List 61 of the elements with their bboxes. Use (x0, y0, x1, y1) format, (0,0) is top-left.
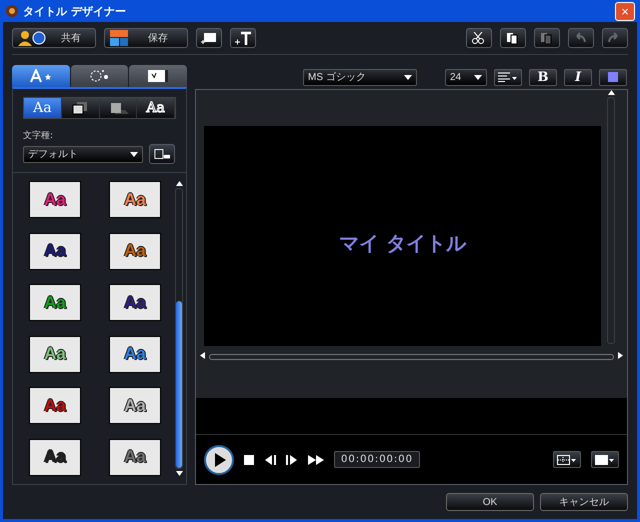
text-style-preset[interactable]: Aa (29, 232, 81, 270)
add-picture-icon (201, 32, 217, 44)
copy-icon (505, 32, 519, 44)
text-color-button[interactable] (599, 68, 627, 86)
bold-button[interactable]: B (529, 68, 557, 86)
timecode: 00:00:00:00 (334, 451, 420, 468)
paste-icon (539, 32, 553, 44)
fast-forward-icon (308, 454, 324, 466)
effect-tab[interactable] (100, 98, 138, 118)
text-style-preset[interactable]: Aa (109, 438, 161, 476)
add-text-icon (235, 31, 251, 45)
panel-tab[interactable] (70, 65, 128, 87)
cut-button[interactable] (466, 28, 492, 48)
grid-icon (557, 454, 577, 464)
text-style-button[interactable] (149, 144, 175, 164)
ok-button[interactable]: OK (446, 493, 534, 511)
scroll-up-icon (608, 90, 614, 95)
step-back-icon (264, 454, 276, 466)
close-button[interactable]: × (615, 2, 635, 20)
text-style-preset[interactable]: Aa (29, 438, 81, 476)
caret-icon (130, 152, 138, 156)
canvas-title[interactable]: マイ タイトル (339, 230, 466, 256)
step-forward-icon (286, 454, 298, 466)
app-icon (5, 4, 19, 18)
scissors-icon (471, 32, 485, 44)
save-button[interactable]: 保存 (104, 28, 188, 48)
copy-button[interactable] (500, 28, 526, 48)
caret-icon (404, 74, 412, 80)
font-type-label: 文字種: (23, 130, 54, 142)
font-dropdown[interactable]: MS ゴシック (303, 68, 417, 86)
align-left-icon (498, 72, 518, 82)
effect-tab[interactable]: Aa (24, 98, 62, 118)
window-title: タイトル デザイナー (23, 4, 127, 18)
panel-tab[interactable] (12, 65, 70, 87)
add-image-button[interactable] (196, 28, 222, 48)
screen-icon (595, 454, 615, 464)
effect-tab[interactable] (62, 98, 100, 118)
scroll-up-icon (176, 181, 182, 186)
text-style-preset[interactable]: Aa (29, 387, 81, 424)
italic-button[interactable]: I (564, 68, 592, 86)
font-size-dropdown[interactable]: 24 (445, 68, 487, 86)
stop-icon (244, 454, 254, 464)
text-style-preset[interactable]: Aa (29, 181, 81, 218)
share-button[interactable]: 共有 (12, 28, 96, 48)
cancel-button[interactable]: キャンセル (540, 493, 628, 511)
grid-button[interactable] (553, 451, 581, 468)
font-type-dropdown[interactable]: デフォルト (23, 146, 143, 162)
scroll-down-icon (176, 471, 182, 476)
layout-icon (109, 29, 129, 47)
text-style-preset[interactable]: Aa (109, 284, 161, 321)
caret-icon (474, 74, 482, 80)
scroll-thumb[interactable] (176, 300, 182, 468)
panel-tab[interactable] (129, 65, 188, 87)
effect-tab[interactable]: Aa (137, 98, 175, 118)
aspect-button[interactable] (591, 451, 619, 468)
align-button[interactable] (494, 68, 522, 86)
scroll-right-icon (618, 352, 623, 359)
person-globe-icon (17, 30, 47, 46)
text-box-icon (154, 148, 170, 160)
play-icon (204, 444, 234, 474)
add-text-button[interactable] (230, 28, 256, 48)
